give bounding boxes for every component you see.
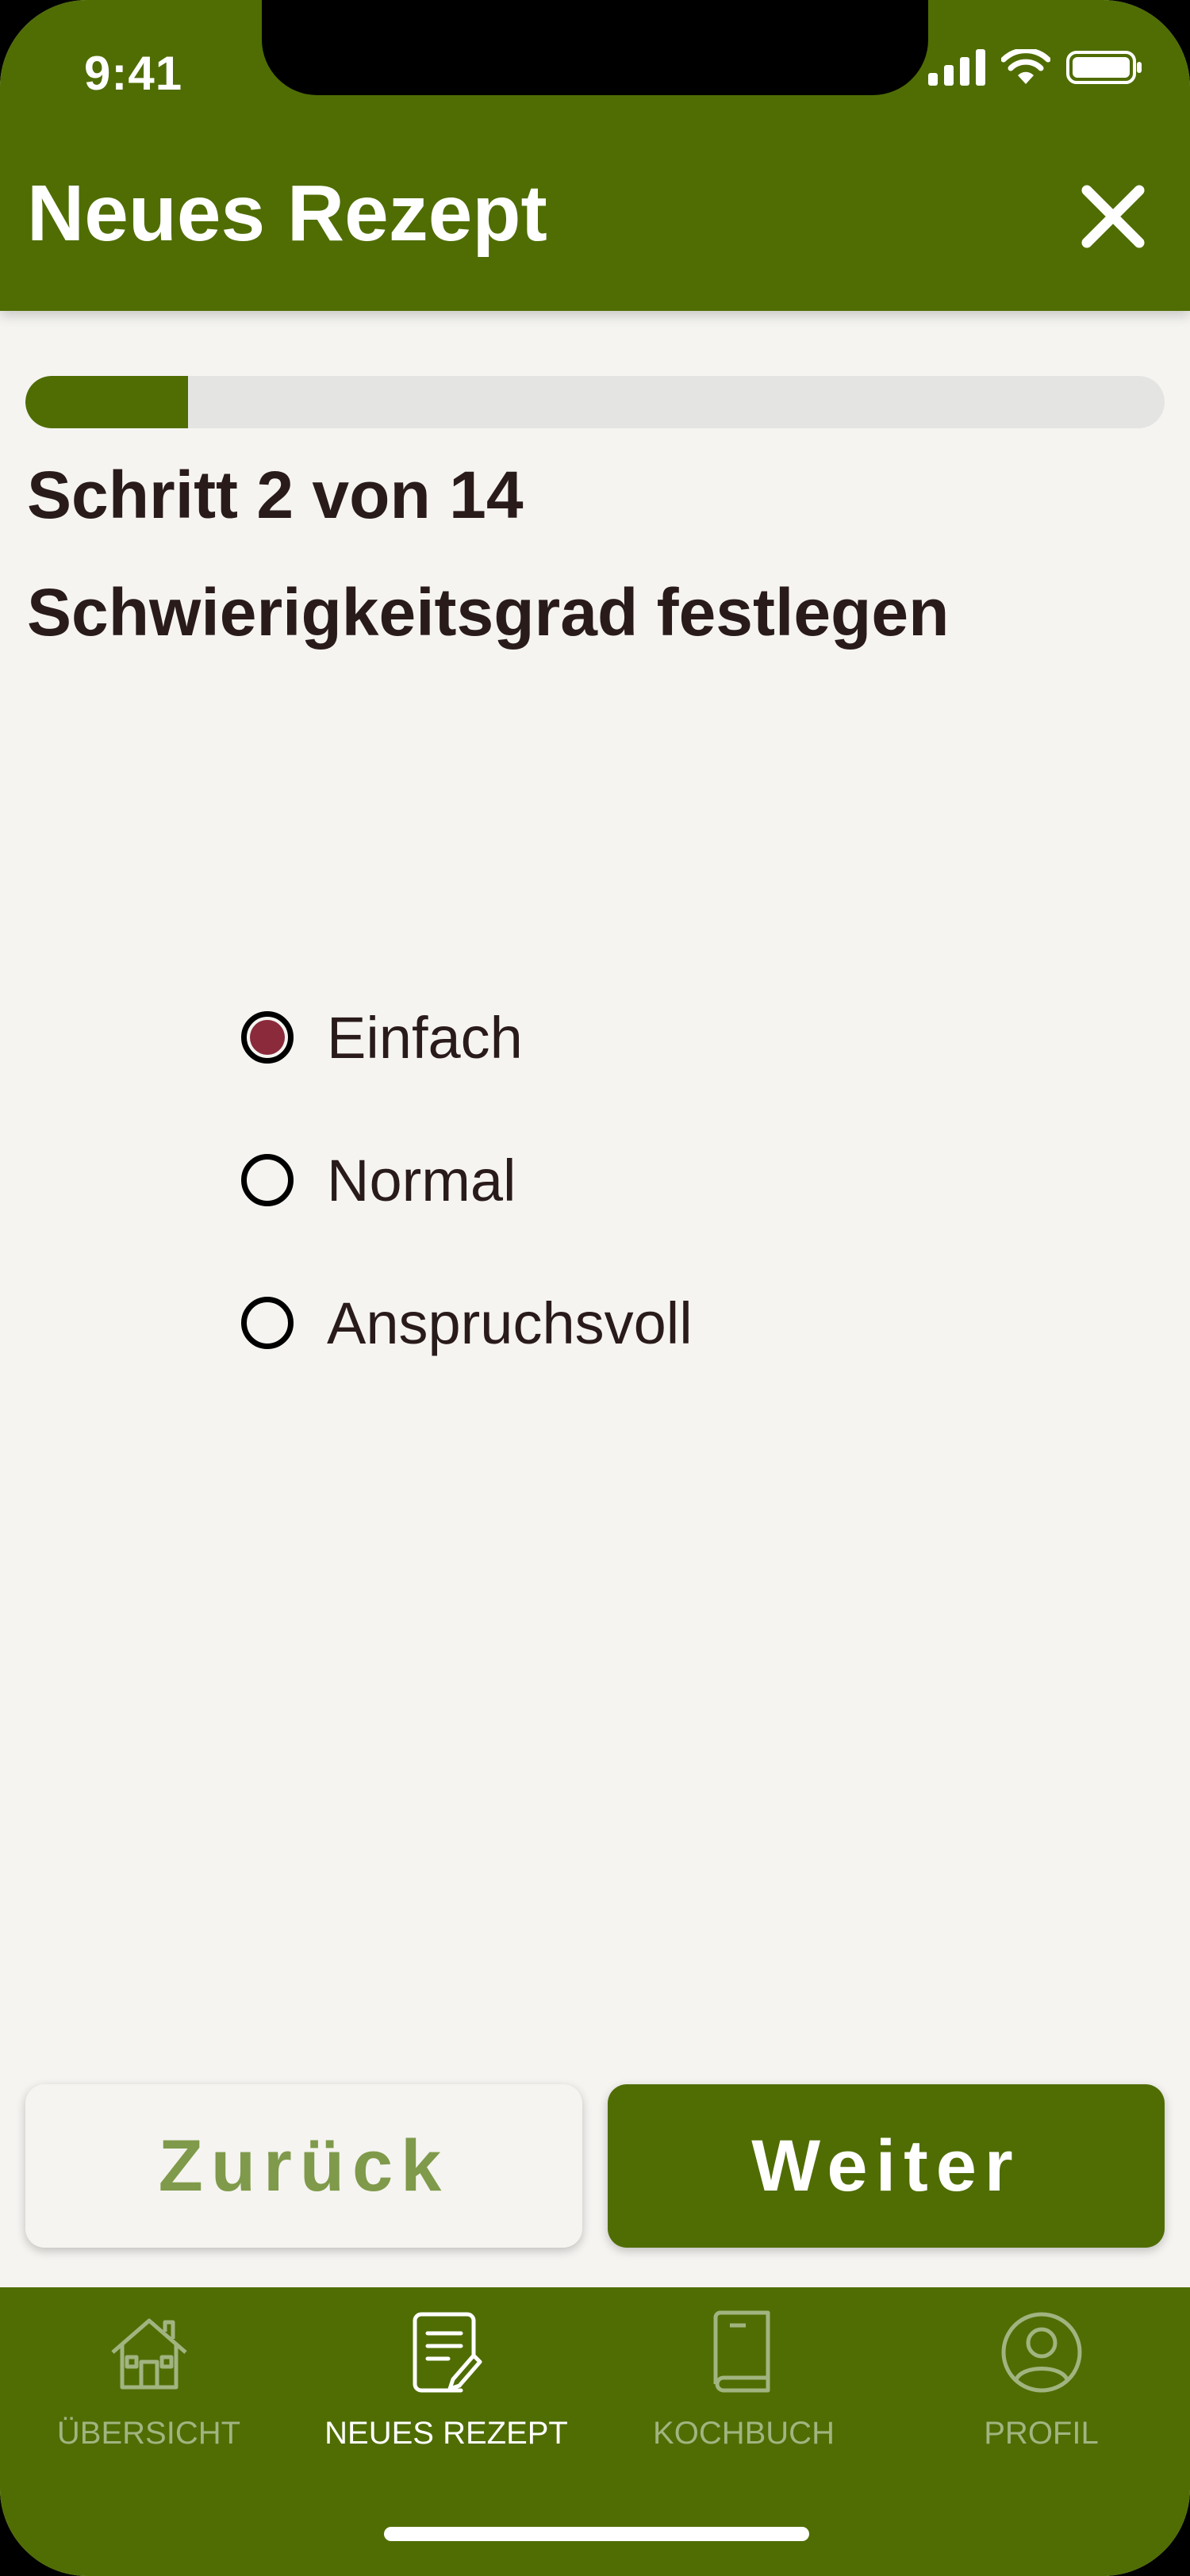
radio-normal[interactable] (241, 1154, 294, 1206)
option-anspruchsvoll[interactable]: Anspruchsvoll (241, 1252, 693, 1394)
tab-uebersicht[interactable]: ÜBERSICHT (0, 2310, 298, 2476)
difficulty-radio-group: Einfach Normal Anspruchsvoll (241, 966, 693, 1394)
tab-label: NEUES REZEPT (324, 2416, 568, 2451)
tab-label: ÜBERSICHT (56, 2416, 241, 2451)
tab-profil[interactable]: PROFIL (892, 2310, 1190, 2476)
radio-selected-dot (250, 1020, 285, 1055)
home-indicator[interactable] (384, 2527, 809, 2541)
house-icon (110, 2318, 187, 2390)
radio-einfach[interactable] (241, 1011, 294, 1064)
option-label: Normal (327, 1147, 516, 1213)
signal-icon (928, 49, 985, 86)
tab-neues-rezept[interactable]: NEUES REZEPT (298, 2310, 595, 2476)
page-title: Neues Rezept (27, 169, 547, 258)
option-label: Einfach (327, 1004, 523, 1071)
step-indicator: Schritt 2 von 14 (27, 458, 524, 532)
recipe-edit-icon (413, 2312, 482, 2393)
wifi-icon (1001, 49, 1050, 84)
radio-anspruchsvoll[interactable] (241, 1297, 294, 1349)
next-button[interactable]: Weiter (608, 2084, 1165, 2248)
screen: 9:41 Neues Rezept Schritt 2 von 14 Schwi… (0, 0, 1190, 2576)
tab-label: PROFIL (984, 2416, 1099, 2451)
progress-bar (25, 376, 1165, 428)
progress-fill (25, 376, 189, 428)
status-time: 9:41 (84, 47, 183, 100)
back-button[interactable]: Zurück (25, 2084, 582, 2248)
option-label: Anspruchsvoll (327, 1290, 693, 1356)
step-title: Schwierigkeitsgrad festlegen (27, 575, 950, 650)
tab-label: KOCHBUCH (653, 2416, 835, 2451)
device-notch (262, 0, 928, 95)
option-normal[interactable]: Normal (241, 1109, 693, 1252)
tab-kochbuch[interactable]: KOCHBUCH (595, 2310, 892, 2476)
close-icon[interactable] (1079, 182, 1147, 251)
battery-icon (1066, 51, 1142, 84)
user-icon (1001, 2312, 1081, 2393)
option-einfach[interactable]: Einfach (241, 966, 693, 1109)
status-icons (928, 49, 1142, 86)
book-icon (713, 2310, 770, 2393)
